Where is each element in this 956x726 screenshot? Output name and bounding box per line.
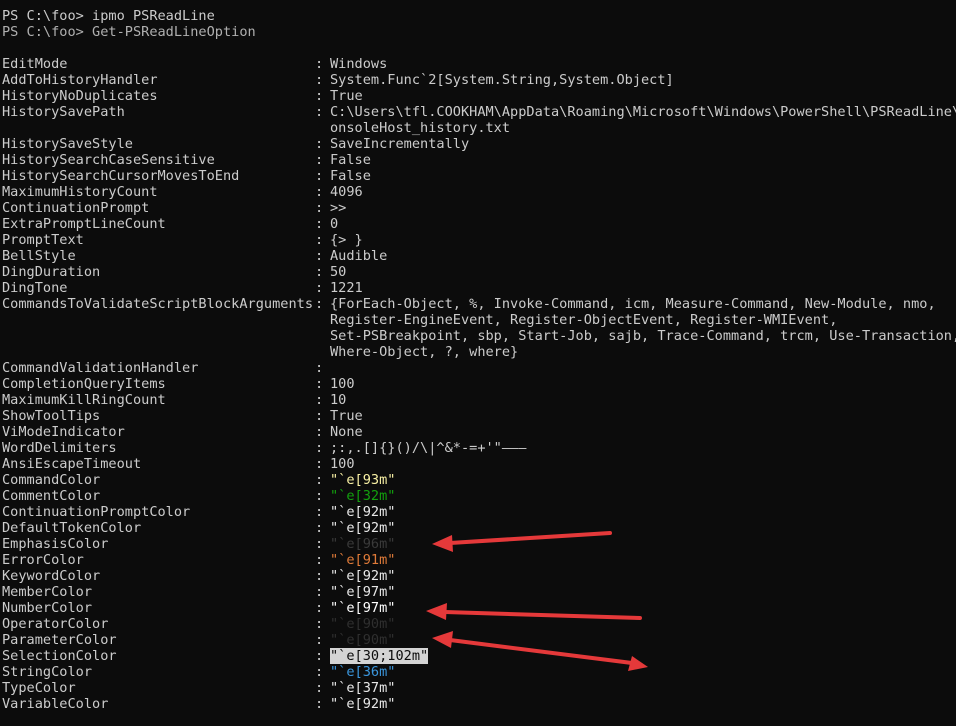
arrow-number	[426, 603, 642, 620]
arrow-emphasis	[432, 531, 612, 552]
annotation-arrows	[426, 531, 648, 671]
arrow-selection	[432, 631, 648, 671]
